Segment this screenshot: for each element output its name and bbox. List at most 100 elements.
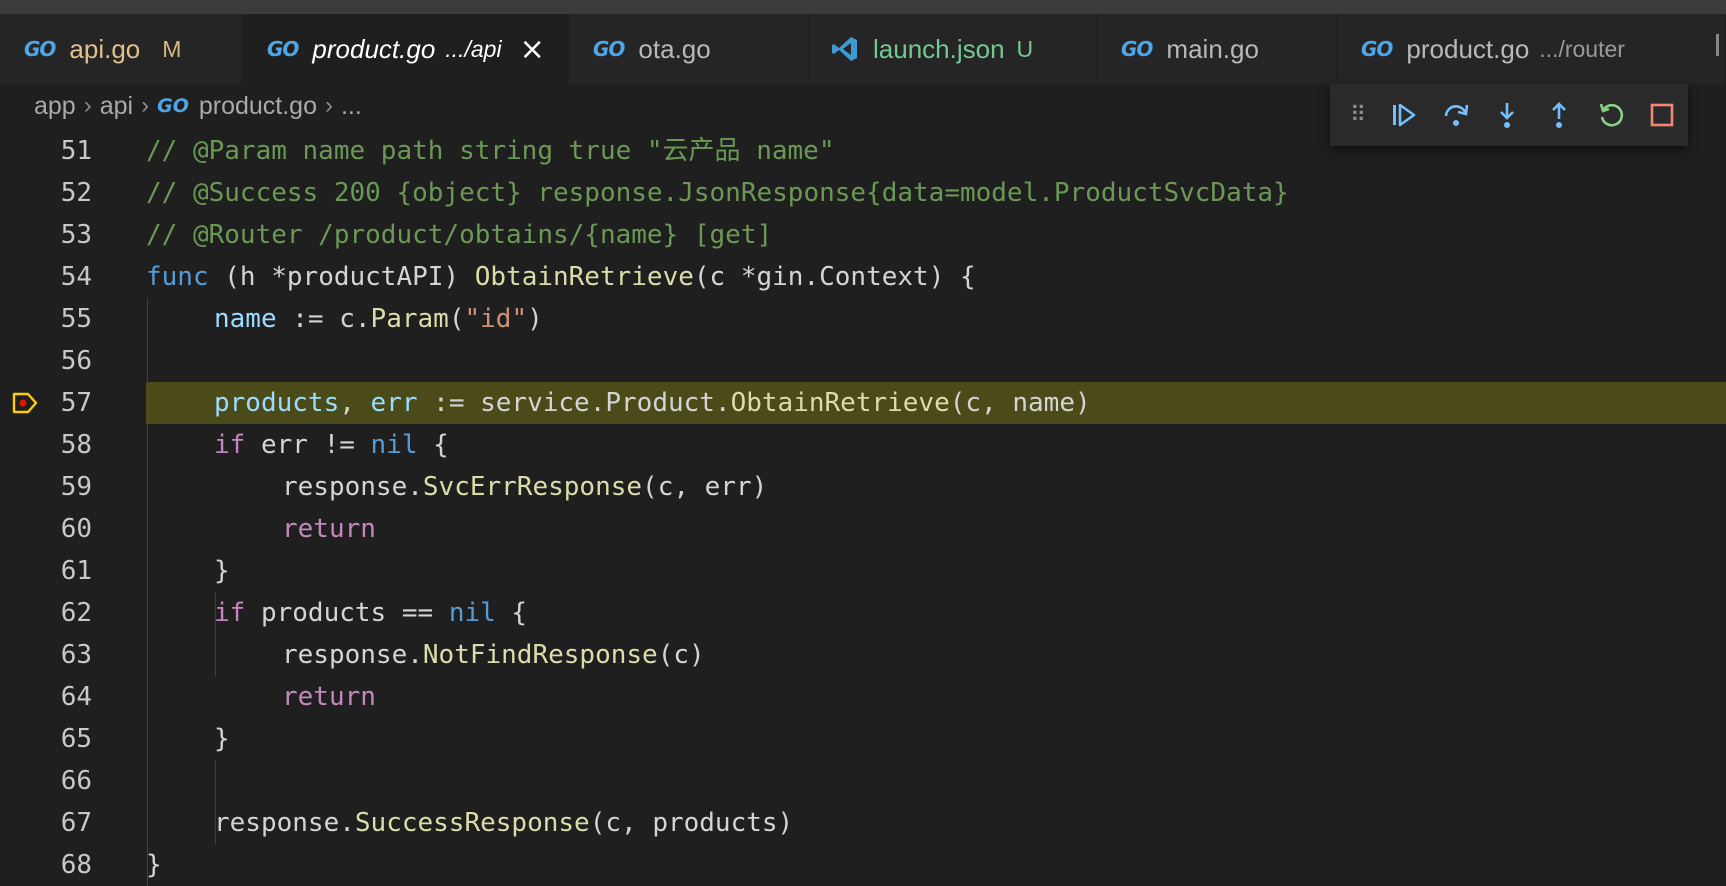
code-line: 53 // @Router /product/obtains/{name} [g… (0, 214, 1726, 256)
tab-ota-go[interactable]: GO ota.go (569, 14, 809, 84)
tab-path: .../api (445, 35, 502, 62)
code-text: } (214, 556, 230, 586)
function-name: ObtainRetrieve (474, 262, 694, 292)
breadcrumb-file[interactable]: product.go (199, 92, 317, 121)
function-name: NotFindResponse (422, 640, 658, 670)
code-line: 52 // @Success 200 {object} response.Jso… (0, 172, 1726, 214)
code-editor[interactable]: 51 // @Param name path string true "云产品 … (0, 130, 1726, 886)
keyword: if (214, 598, 246, 628)
code-line: 66 (0, 760, 1726, 802)
code-token: ) (527, 304, 543, 334)
code-text: // @Router /product/obtains/{name} [get] (146, 220, 773, 250)
code-line: 60 return (0, 508, 1726, 550)
line-number: 68 (60, 850, 92, 880)
line-number: 61 (60, 556, 92, 586)
tab-path: .../router (1539, 35, 1625, 62)
code-text: return (282, 682, 376, 712)
code-token: (c, err) (642, 472, 768, 502)
keyword: nil (370, 430, 418, 460)
code-line: 54 func (h *productAPI) ObtainRetrieve(c… (0, 256, 1726, 298)
breadcrumb-app[interactable]: app (34, 92, 76, 121)
code-line: 65 } (0, 718, 1726, 760)
chevron-right-icon: › (83, 92, 92, 119)
line-number: 59 (60, 472, 92, 502)
code-text: if err != nil { (214, 424, 449, 466)
close-icon[interactable]: × (520, 32, 545, 67)
editor-tab-bar: GO api.go M GO product.go .../api × GO o… (0, 14, 1726, 84)
code-token: (c *gin.Context) { (693, 262, 976, 292)
go-file-icon: GO (24, 37, 56, 61)
code-line: 51 // @Param name path string true "云产品 … (0, 130, 1726, 172)
tab-launch-json[interactable]: launch.json U (809, 14, 1097, 84)
breadcrumb-api[interactable]: api (100, 92, 133, 121)
tab-label: product.go (1406, 33, 1530, 64)
code-token: (h *productAPI) (208, 262, 475, 292)
code-token: , (339, 388, 371, 418)
code-line: 59 response.SvcErrResponse(c, err) (0, 466, 1726, 508)
line-number: 58 (60, 430, 92, 460)
tab-label: main.go (1166, 33, 1259, 64)
go-file-icon: GO (157, 95, 189, 117)
code-token: response. (282, 640, 423, 670)
code-token: := c. (276, 304, 371, 334)
string-literal: "id" (464, 304, 528, 334)
line-number: 62 (60, 598, 92, 628)
code-token: response. (214, 808, 355, 838)
code-text: return (282, 514, 376, 544)
code-text: if products == nil { (214, 592, 527, 634)
code-text: // @Param name path string true "云产品 nam… (146, 136, 835, 166)
drag-handle-icon[interactable]: ⠿ (1350, 102, 1366, 128)
code-token: ( (448, 304, 465, 334)
code-token: products == (245, 598, 449, 628)
code-line: 55 name := c.Param("id") (0, 298, 1726, 340)
tab-label: ota.go (638, 33, 711, 64)
variable: name (214, 304, 277, 334)
code-token: (c, name) (949, 388, 1091, 418)
function-name: Param (370, 304, 449, 334)
go-file-icon: GO (267, 37, 299, 61)
breadcrumb-symbol[interactable]: ... (341, 92, 362, 121)
tab-overflow-indicator[interactable] (1716, 34, 1726, 56)
line-number: 64 (60, 682, 92, 712)
line-number: 57 (60, 388, 92, 418)
keyword: func (146, 262, 209, 292)
code-token: { (417, 430, 449, 460)
line-number: 60 (60, 514, 92, 544)
go-file-icon: GO (1361, 37, 1393, 61)
code-line: 67 response.SuccessResponse(c, products) (0, 802, 1726, 844)
code-text: name := c.Param("id") (214, 298, 543, 340)
tab-api-go[interactable]: GO api.go M (0, 14, 243, 84)
tab-product-go-router[interactable]: GO product.go .../router (1337, 14, 1726, 84)
variable: err (370, 388, 418, 418)
line-number: 51 (60, 136, 92, 166)
vscode-icon (831, 35, 859, 63)
code-text: } (214, 724, 230, 754)
line-number: 55 (60, 304, 92, 334)
code-token: (c, products) (589, 808, 794, 838)
line-number: 63 (60, 640, 92, 670)
tab-label: launch.json (873, 33, 1005, 64)
chevron-right-icon: › (324, 92, 333, 119)
go-file-icon: GO (1121, 37, 1153, 61)
code-line: 58 if err != nil { (0, 424, 1726, 466)
code-token: err != (245, 430, 371, 460)
tab-product-go-api[interactable]: GO product.go .../api × (243, 14, 569, 84)
code-line: 64 return (0, 676, 1726, 718)
line-number: 67 (60, 808, 92, 838)
function-name: SuccessResponse (354, 808, 590, 838)
code-token: { (495, 598, 528, 628)
line-number: 54 (60, 262, 92, 292)
code-text: response.SvcErrResponse(c, err) (282, 466, 767, 508)
tab-main-go[interactable]: GO main.go (1097, 14, 1337, 84)
tab-label: product.go (312, 33, 436, 64)
modified-badge: M (162, 35, 182, 62)
current-line: 57 products, err := service.Product.Obta… (0, 382, 1726, 424)
code-text: func (h *productAPI) ObtainRetrieve(c *g… (146, 256, 976, 298)
keyword: if (214, 430, 246, 460)
code-text: response.SuccessResponse(c, products) (214, 802, 793, 844)
code-text: response.NotFindResponse(c) (282, 634, 705, 676)
code-text: } (146, 850, 162, 880)
untracked-badge: U (1016, 35, 1034, 62)
function-name: SvcErrResponse (422, 472, 643, 502)
chevron-right-icon: › (141, 92, 150, 119)
